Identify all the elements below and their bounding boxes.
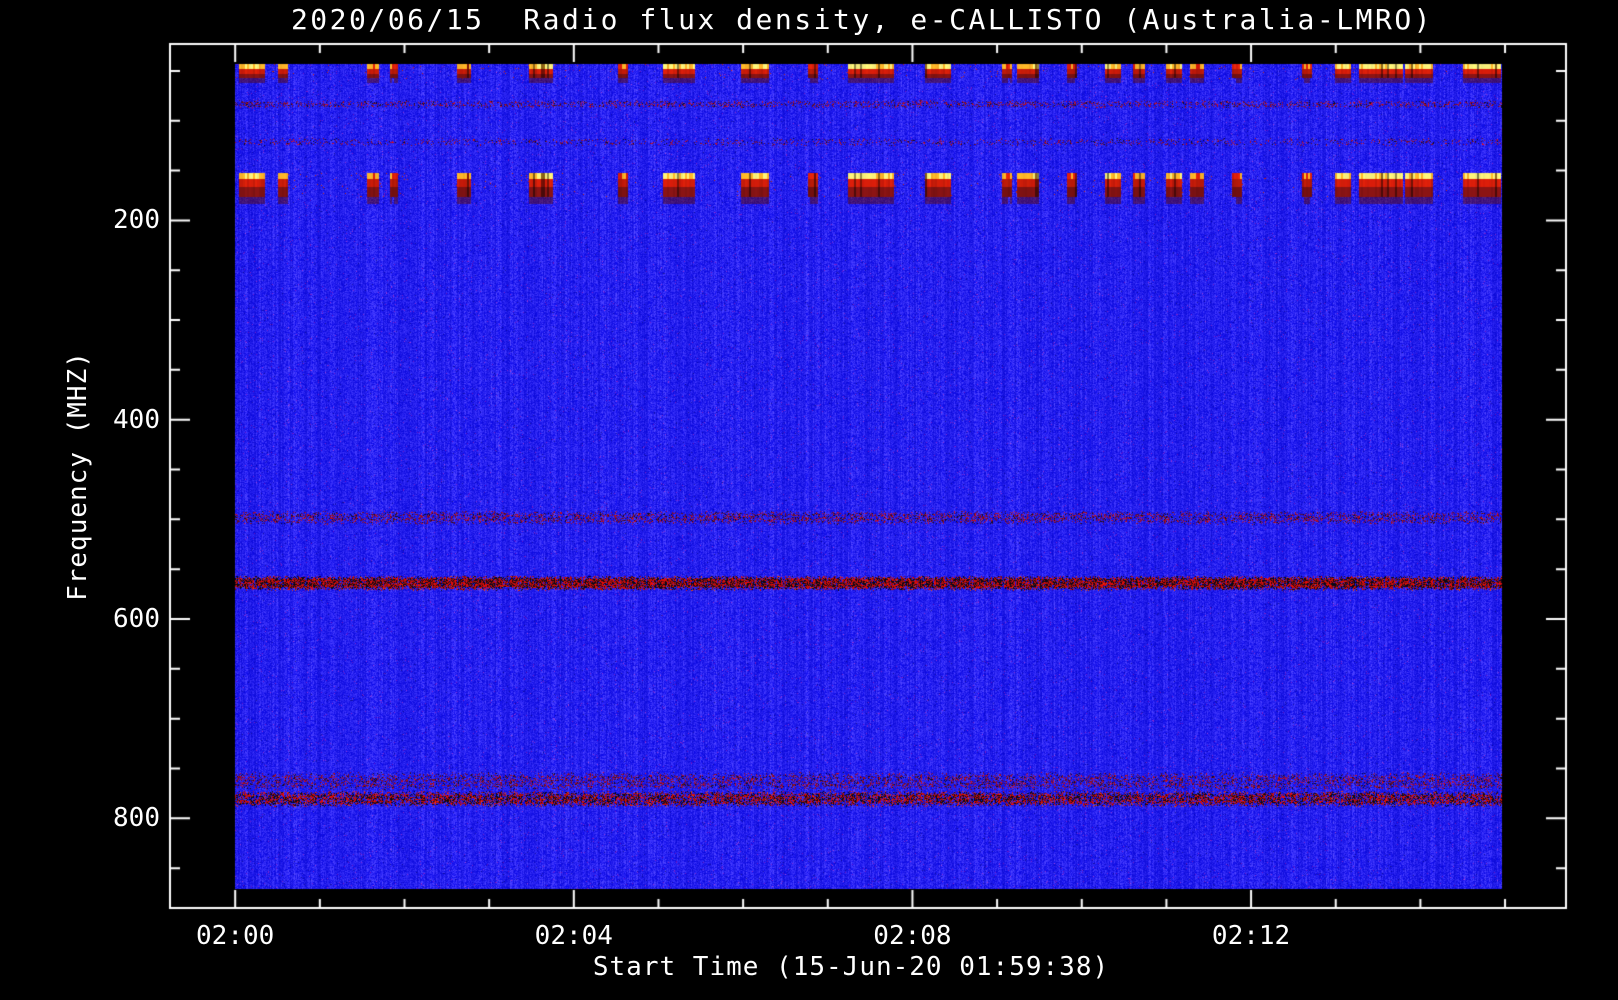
spectrogram-figure: 2020/06/15 Radio flux density, e-CALLIST… — [0, 0, 1618, 1000]
y-tick-label: 400 — [113, 404, 160, 435]
x-tick-label: 02:12 — [1211, 921, 1291, 951]
x-axis-title: Start Time (15-Jun-20 01:59:38) — [592, 952, 1110, 982]
x-tick-label: 02:08 — [873, 921, 952, 951]
y-tick-label: 800 — [113, 803, 160, 834]
x-tick-label: 02:04 — [534, 921, 613, 951]
y-axis-title: Frequency (MHZ) — [63, 351, 93, 601]
spectrogram-canvas — [0, 0, 1618, 1000]
x-tick-label: 02:00 — [196, 921, 275, 951]
y-tick-label: 600 — [113, 604, 160, 634]
y-tick-label: 200 — [113, 205, 160, 236]
chart-title: 2020/06/15 Radio flux density, e-CALLIST… — [290, 3, 1434, 36]
